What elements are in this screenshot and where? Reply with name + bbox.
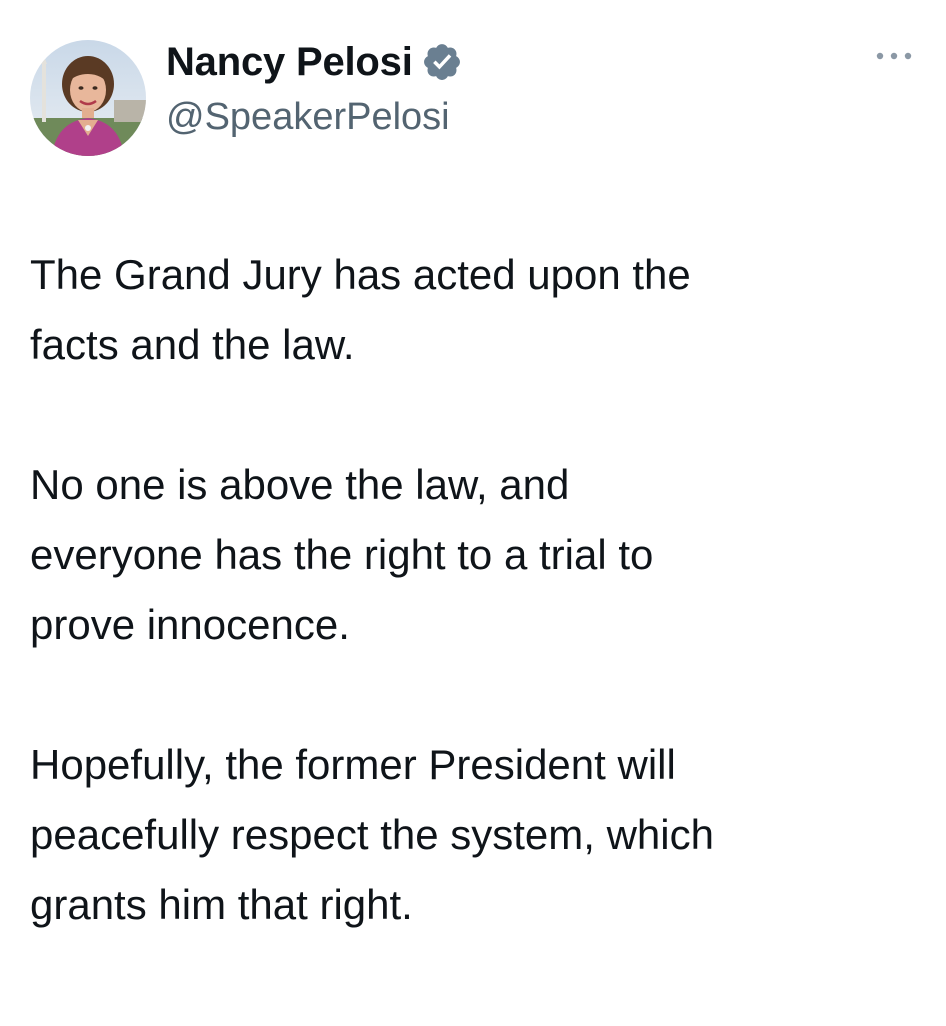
tweet-text: The Grand Jury has acted upon the facts … [30, 240, 930, 940]
avatar[interactable] [30, 40, 146, 156]
tweet-paragraph-1: The Grand Jury has acted upon the facts … [30, 251, 691, 368]
tweet-card: Nancy Pelosi @SpeakerPelosi The Grand Ju… [0, 0, 946, 1026]
author-handle[interactable]: @SpeakerPelosi [166, 96, 450, 139]
tweet-paragraph-2: No one is above the law, and everyone ha… [30, 461, 654, 648]
verified-badge-icon[interactable] [421, 41, 463, 83]
author-name-row: Nancy Pelosi [166, 34, 463, 90]
tweet-paragraph-3: Hopefully, the former President will pea… [30, 741, 714, 928]
more-options-icon[interactable] [872, 44, 916, 68]
author-display-name[interactable]: Nancy Pelosi [166, 40, 413, 85]
avatar-photo [30, 40, 146, 156]
